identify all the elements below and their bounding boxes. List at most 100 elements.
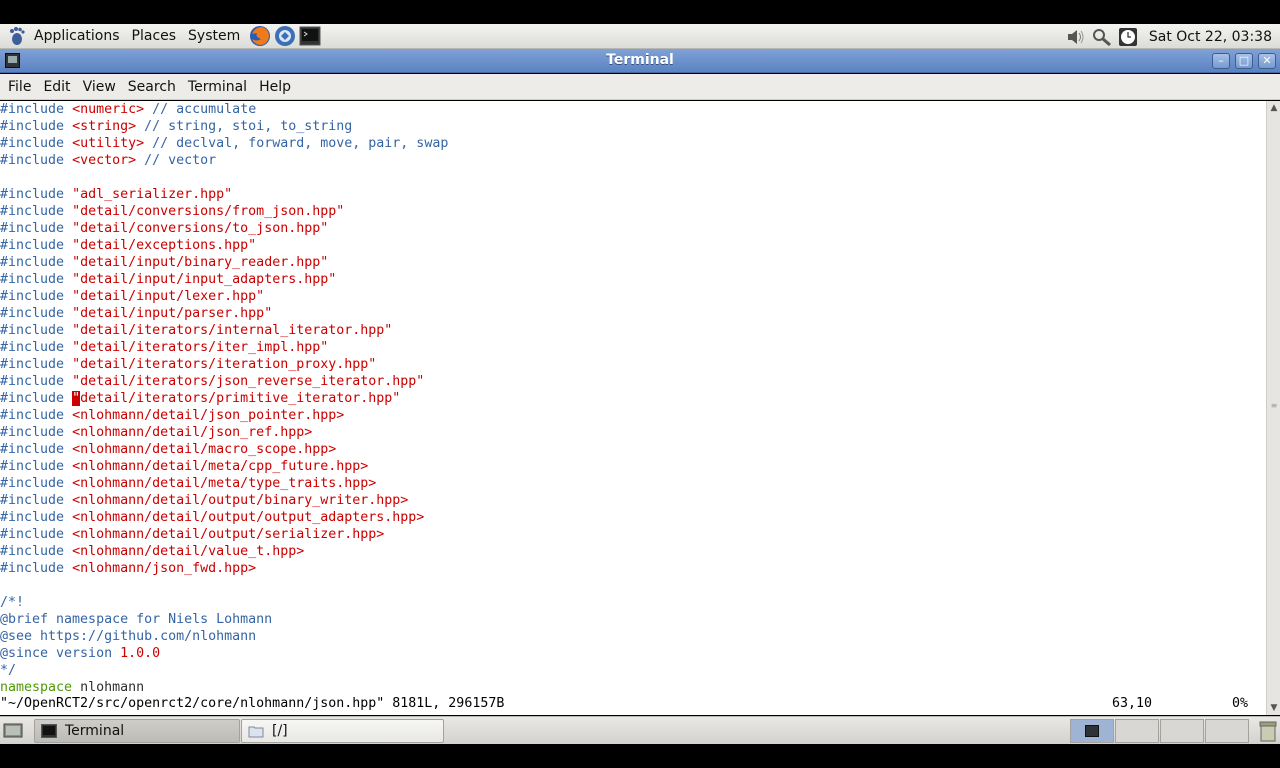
code-token: #include (0, 306, 73, 321)
panel-clock[interactable]: Sat Oct 22, 03:38 (1143, 29, 1280, 45)
menu-view[interactable]: View (77, 79, 122, 95)
code-token: #include (0, 119, 73, 134)
trash-icon[interactable] (1258, 720, 1278, 742)
code-token: #include (0, 544, 73, 559)
taskbar-item-folder[interactable]: [/] (241, 719, 444, 743)
terminal-launcher-icon[interactable] (299, 25, 321, 47)
code-token: "detail/iterators/iteration_proxy.hpp" (72, 357, 377, 372)
code-token: #include (0, 289, 73, 304)
code-line: #include <nlohmann/detail/output/binary_… (0, 492, 1266, 509)
menu-terminal[interactable]: Terminal (182, 79, 253, 95)
menu-file[interactable]: File (2, 79, 37, 95)
top-panel: Applications Places System Sat Oct 22, 0… (0, 24, 1280, 49)
applications-menu[interactable]: Applications (28, 28, 126, 44)
code-token: <nlohmann/detail/output/binary_writer.hp… (72, 493, 409, 508)
code-token: #include (0, 153, 73, 168)
code-token: // string, stoi, to_string (136, 119, 353, 134)
scroll-grip-icon[interactable]: ≡ (1270, 401, 1278, 411)
code-line: #include <nlohmann/detail/output/seriali… (0, 526, 1266, 543)
window-title: Terminal (606, 52, 674, 68)
code-line: #include "detail/iterators/internal_iter… (0, 322, 1266, 339)
code-line: /*! (0, 594, 1266, 611)
evolution-launcher-icon[interactable] (274, 25, 296, 47)
code-token: "adl_serializer.hpp" (72, 187, 233, 202)
minimize-button[interactable]: – (1212, 53, 1230, 69)
workspace-2[interactable] (1115, 719, 1159, 743)
show-desktop-icon[interactable] (3, 722, 23, 740)
menu-help[interactable]: Help (253, 79, 297, 95)
code-line: #include <nlohmann/detail/json_ref.hpp> (0, 424, 1266, 441)
code-line: #include <nlohmann/detail/meta/type_trai… (0, 475, 1266, 492)
window-titlebar[interactable]: Terminal – □ ✕ (0, 49, 1280, 73)
close-button[interactable]: ✕ (1258, 53, 1276, 69)
bottom-letterbox (0, 744, 1280, 768)
code-line: #include "detail/input/binary_reader.hpp… (0, 254, 1266, 271)
code-line: @brief namespace for Niels Lohmann (0, 611, 1266, 628)
code-line: #include <nlohmann/detail/value_t.hpp> (0, 543, 1266, 560)
code-token: <utility> (72, 136, 145, 151)
code-line: #include "adl_serializer.hpp" (0, 186, 1266, 203)
code-token: #include (0, 204, 73, 219)
status-file-info: "~/OpenRCT2/src/openrct2/core/nlohmann/j… (0, 696, 505, 711)
scroll-down-arrow-icon[interactable]: ▼ (1269, 703, 1279, 713)
code-line: #include <numeric> // accumulate (0, 101, 1266, 118)
code-line: #include <nlohmann/detail/output/output_… (0, 509, 1266, 526)
code-token: #include (0, 272, 73, 287)
workspace-3[interactable] (1160, 719, 1204, 743)
menu-edit[interactable]: Edit (37, 79, 76, 95)
menu-search[interactable]: Search (122, 79, 182, 95)
code-token: <nlohmann/detail/meta/cpp_future.hpp> (72, 459, 369, 474)
code-line: #include "detail/input/parser.hpp" (0, 305, 1266, 322)
code-token: // accumulate (144, 102, 257, 117)
code-token: @brief namespace for Niels Lohmann (0, 612, 273, 627)
terminal-icon (41, 724, 57, 738)
code-token: #include (0, 408, 73, 423)
code-token: #include (0, 510, 73, 525)
code-token: <nlohmann/json_fwd.hpp> (72, 561, 257, 576)
terminal-scrollbar[interactable]: ▲ ≡ ▼ (1266, 101, 1280, 715)
workspace-1[interactable] (1070, 719, 1114, 743)
terminal-menubar: File Edit View Search Terminal Help (0, 74, 1280, 100)
bottom-panel: Terminal [/] (0, 716, 1280, 744)
volume-icon[interactable] (1065, 27, 1087, 47)
code-line: #include "detail/iterators/iter_impl.hpp… (0, 339, 1266, 356)
scroll-up-arrow-icon[interactable]: ▲ (1269, 103, 1279, 113)
firefox-launcher-icon[interactable] (249, 25, 271, 47)
code-line: namespace nlohmann (0, 679, 1266, 696)
code-token: <vector> (72, 153, 137, 168)
workspace-4[interactable] (1205, 719, 1249, 743)
taskbar-item-terminal[interactable]: Terminal (34, 719, 240, 743)
system-menu[interactable]: System (182, 28, 246, 44)
code-token: #include (0, 102, 73, 117)
code-line: */ (0, 662, 1266, 679)
code-token: #include (0, 357, 73, 372)
code-line: #include <utility> // declval, forward, … (0, 135, 1266, 152)
code-token: #include (0, 221, 73, 236)
code-token: #include (0, 459, 73, 474)
code-token: #include (0, 527, 73, 542)
code-token: <string> (72, 119, 137, 134)
code-token: */ (0, 663, 17, 678)
code-token: // declval, forward, move, pair, swap (144, 136, 449, 151)
code-token: #include (0, 425, 73, 440)
network-icon[interactable] (1091, 27, 1113, 47)
code-token: <numeric> (72, 102, 145, 117)
code-token: "detail/iterators/internal_iterator.hpp" (72, 323, 393, 338)
code-line: #include "detail/conversions/to_json.hpp… (0, 220, 1266, 237)
code-token: #include (0, 476, 73, 491)
code-line: #include "detail/iterators/iteration_pro… (0, 356, 1266, 373)
maximize-button[interactable]: □ (1235, 53, 1253, 69)
code-token: #include (0, 561, 73, 576)
terminal-text-area[interactable]: #include <numeric> // accumulate #include… (0, 101, 1266, 715)
gnome-foot-icon[interactable] (6, 25, 28, 47)
code-token: <nlohmann/detail/meta/type_traits.hpp> (72, 476, 377, 491)
taskbar-item-label: Terminal (65, 723, 125, 739)
folder-icon (248, 726, 264, 738)
code-line: #include "detail/conversions/from_json.h… (0, 203, 1266, 220)
code-token: "detail/exceptions.hpp" (72, 238, 257, 253)
code-token: <nlohmann/detail/output/serializer.hpp> (72, 527, 385, 542)
places-menu[interactable]: Places (126, 28, 183, 44)
code-token: "detail/input/binary_reader.hpp" (72, 255, 329, 270)
